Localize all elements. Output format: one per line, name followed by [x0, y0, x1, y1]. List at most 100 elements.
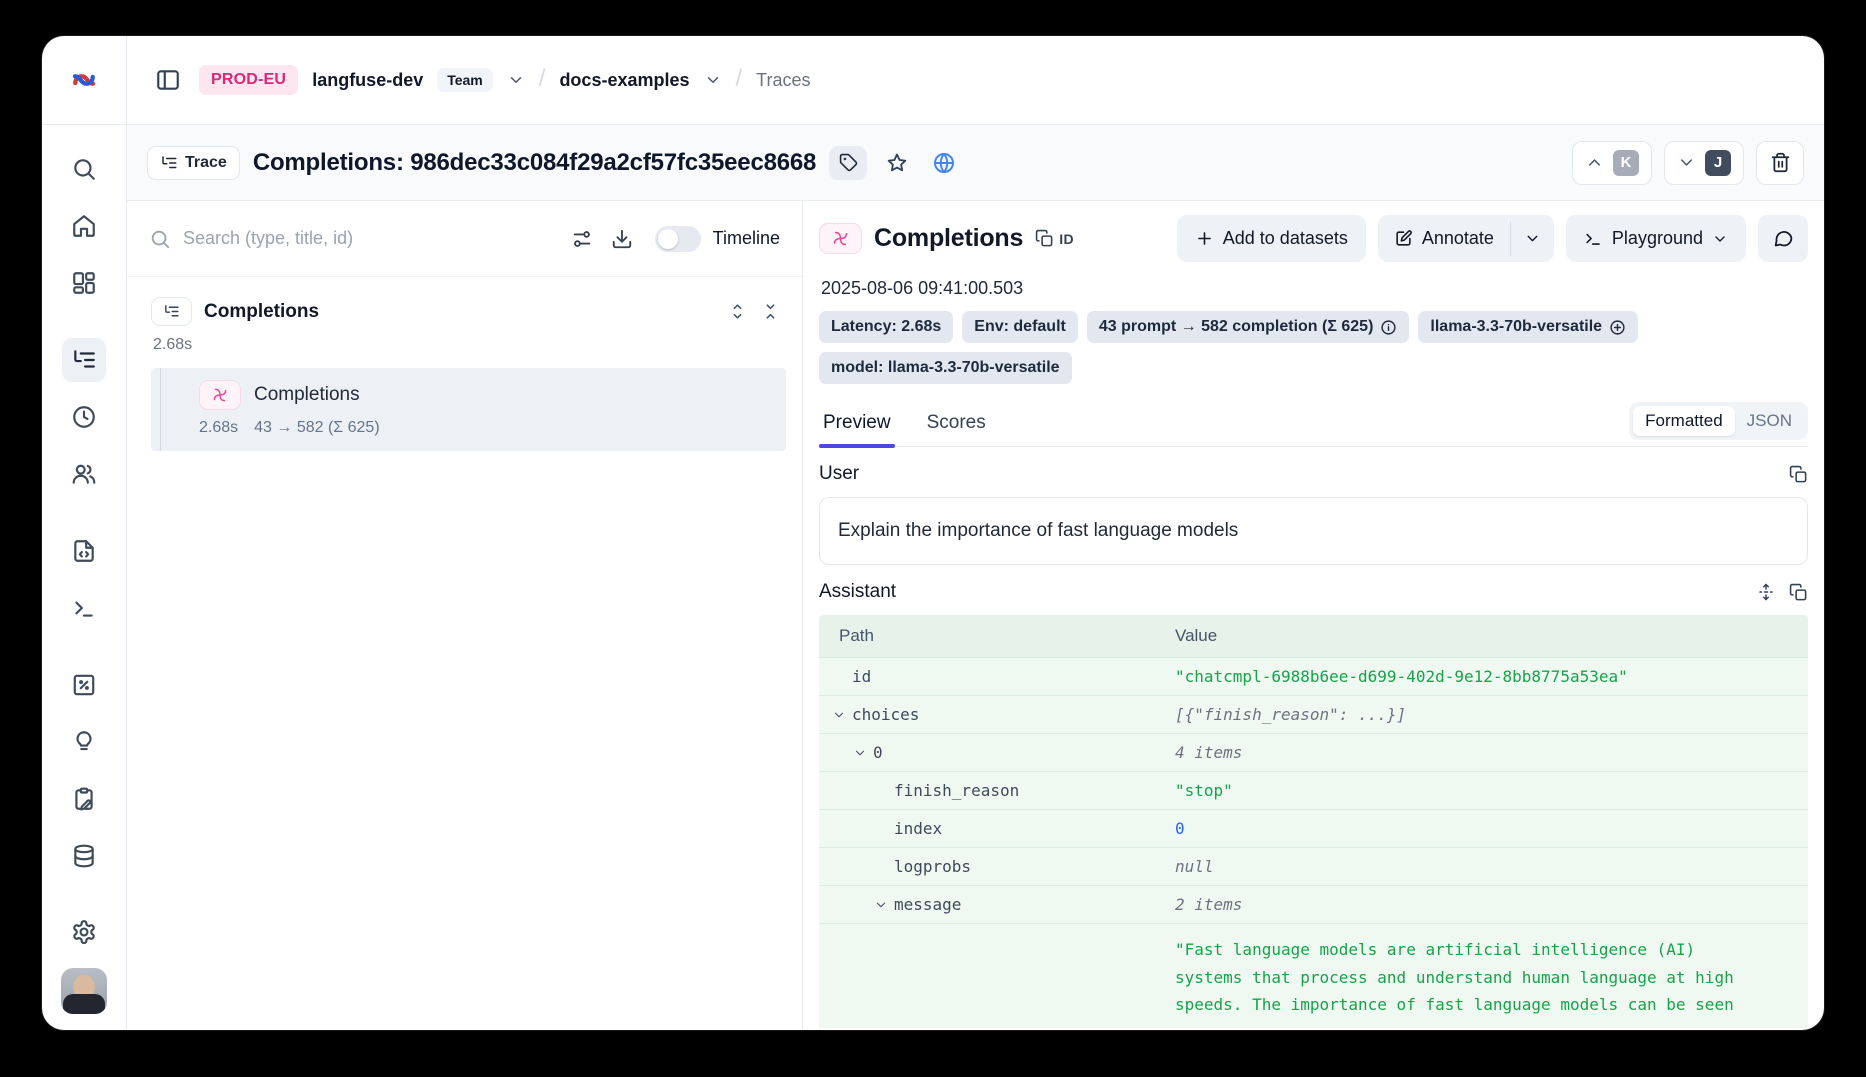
search-input[interactable] [183, 228, 553, 249]
tree-child-label: Completions [254, 384, 360, 406]
breadcrumb: PROD-EU langfuse-dev Team / docs-example… [127, 36, 1824, 125]
model-tag-badge[interactable]: llama-3.3-70b-versatile [1418, 311, 1638, 343]
tracing-icon[interactable] [62, 338, 106, 382]
chat-bubble-icon [1773, 228, 1794, 249]
project-chevron-down-icon[interactable] [704, 71, 722, 89]
format-formatted[interactable]: Formatted [1633, 406, 1734, 436]
user-message: Explain the importance of fast language … [819, 497, 1808, 565]
table-row[interactable]: finish_reason "stop" [819, 772, 1808, 810]
pencil-square-icon [1394, 229, 1413, 248]
users-icon[interactable] [62, 452, 106, 496]
trace-node-icon [151, 297, 192, 326]
table-row[interactable]: index 0 [819, 810, 1808, 848]
langfuse-logo[interactable] [42, 36, 126, 125]
chevron-down-icon [1712, 231, 1728, 247]
public-globe-button[interactable] [927, 146, 961, 180]
next-trace-button[interactable]: J [1664, 141, 1744, 185]
model-badge: model: llama-3.3-70b-versatile [819, 352, 1072, 384]
prompts-file-icon[interactable] [62, 529, 106, 573]
search-nav-icon[interactable] [62, 147, 106, 191]
copy-user-icon[interactable] [1789, 465, 1808, 484]
playground-terminal-icon[interactable] [62, 586, 106, 630]
collapse-all-icon[interactable] [761, 302, 780, 321]
expand-all-icon[interactable] [728, 302, 747, 321]
star-icon [886, 152, 908, 174]
tab-preview[interactable]: Preview [819, 402, 895, 446]
assistant-label: Assistant [819, 581, 896, 603]
panel-toggle-icon[interactable] [151, 63, 185, 97]
kbd-k: K [1613, 150, 1639, 176]
annotation-clipboard-icon[interactable] [62, 777, 106, 821]
tree-root-node[interactable]: Completions [145, 295, 786, 328]
terminal-icon [1584, 229, 1603, 248]
annotate-dropdown-chevron[interactable] [1511, 215, 1554, 262]
environment-badge: PROD-EU [199, 65, 298, 95]
metadata-badges: Latency: 2.68s Env: default 43 prompt → … [819, 311, 1808, 384]
timeline-label: Timeline [713, 228, 780, 249]
tree-child-duration: 2.68s [199, 419, 238, 437]
detail-tabs: Preview Scores Formatted JSON [819, 402, 1808, 447]
evals-percent-icon[interactable] [62, 663, 106, 707]
table-row[interactable]: message 2 items [819, 886, 1808, 924]
copy-assistant-icon[interactable] [1789, 583, 1808, 602]
globe-icon [932, 151, 956, 175]
chevron-down-icon [832, 708, 846, 722]
user-avatar[interactable] [61, 968, 107, 1014]
dashboard-icon[interactable] [62, 261, 106, 305]
trace-header-bar: Trace Completions: 986dec33c084f29a2cf57… [127, 125, 1824, 201]
detail-title: Completions [874, 224, 1023, 253]
trace-type-badge: Trace [147, 146, 240, 180]
prev-trace-button[interactable]: K [1572, 141, 1652, 185]
search-icon [149, 228, 171, 250]
org-chevron-down-icon[interactable] [507, 71, 525, 89]
tokens-badge[interactable]: 43 prompt → 582 completion (Σ 625) [1087, 311, 1410, 343]
table-row[interactable]: choices [{"finish_reason": ...}] [819, 696, 1808, 734]
plus-icon [1195, 229, 1214, 248]
judge-lightbulb-icon[interactable] [62, 720, 106, 764]
tree-root-label: Completions [204, 301, 319, 323]
breadcrumb-separator: / [736, 65, 743, 93]
env-badge: Env: default [962, 311, 1078, 343]
datasets-database-icon[interactable] [62, 834, 106, 878]
tag-icon [839, 153, 858, 172]
format-json[interactable]: JSON [1735, 406, 1804, 436]
table-row[interactable]: logprobs null [819, 848, 1808, 886]
table-row[interactable]: id "chatcmpl-6988b6ee-d699-402d-9e12-8bb… [819, 658, 1808, 696]
kbd-j: J [1705, 150, 1731, 176]
sessions-clock-icon[interactable] [62, 395, 106, 439]
breadcrumb-separator: / [539, 65, 546, 93]
info-icon [1380, 319, 1397, 336]
observation-detail-panel: Completions ID Add to datasets [803, 201, 1824, 1030]
add-to-datasets-button[interactable]: Add to datasets [1177, 215, 1366, 262]
settings-gear-icon[interactable] [62, 910, 106, 954]
table-header: Path Value [819, 615, 1808, 658]
sidebar-bottom [61, 910, 107, 1030]
annotate-split-button: Annotate [1378, 215, 1554, 262]
breadcrumb-project[interactable]: docs-examples [559, 70, 689, 91]
timeline-toggle[interactable] [655, 226, 701, 252]
tree-icon [160, 154, 178, 172]
table-row[interactable]: "Fast language models are artificial int… [819, 924, 1808, 1028]
table-row[interactable]: 0 4 items [819, 734, 1808, 772]
bookmark-star-button[interactable] [880, 146, 914, 180]
playground-button[interactable]: Playground [1566, 215, 1746, 262]
home-icon[interactable] [62, 204, 106, 248]
comments-button[interactable] [1758, 215, 1808, 262]
copy-id-button[interactable]: ID [1035, 229, 1074, 248]
user-label: User [819, 463, 859, 485]
view-settings-icon[interactable] [571, 228, 593, 250]
tag-button[interactable] [829, 146, 867, 180]
breadcrumb-org[interactable]: langfuse-dev [312, 70, 423, 91]
assistant-section-header: Assistant [819, 581, 1808, 603]
user-section-header: User [819, 463, 1808, 485]
expand-content-icon[interactable] [1757, 583, 1775, 602]
value-header: Value [1175, 615, 1808, 657]
annotate-button[interactable]: Annotate [1378, 215, 1510, 262]
tab-scores[interactable]: Scores [923, 402, 990, 446]
trace-title: Completions: 986dec33c084f29a2cf57fc35ee… [253, 149, 816, 177]
format-toggle: Formatted JSON [1629, 402, 1808, 440]
tree-child-node-selected[interactable]: Completions 2.68s 43 → 582 (Σ 625) [151, 368, 786, 451]
trash-icon [1770, 152, 1791, 173]
delete-trace-button[interactable] [1756, 141, 1804, 185]
download-icon[interactable] [611, 228, 633, 250]
